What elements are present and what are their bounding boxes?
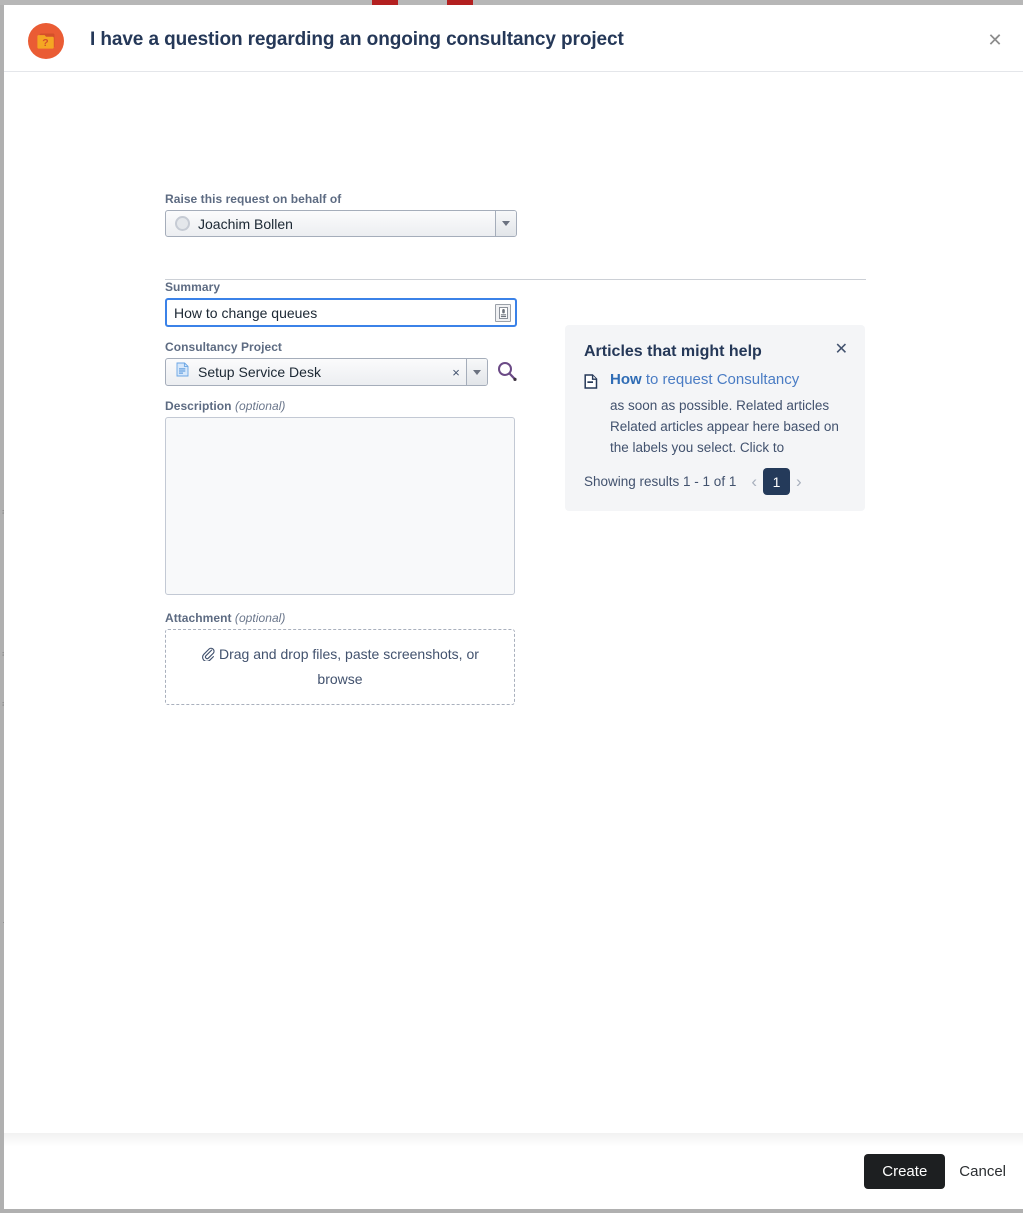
- attachment-dropzone[interactable]: Drag and drop files, paste screenshots, …: [165, 629, 515, 705]
- related-articles-heading: Articles that might help: [584, 343, 762, 360]
- description-optional-tag: (optional): [234, 399, 286, 413]
- svg-text:?: ?: [42, 37, 48, 49]
- articles-footer: Showing results 1 - 1 of 1 ‹ 1 ›: [584, 468, 846, 495]
- article-title-rest: to request Consultancy: [641, 371, 800, 388]
- field-summary: Summary: [165, 280, 517, 327]
- behalf-of-label: Raise this request on behalf of: [165, 192, 342, 206]
- footer-separator: [4, 1133, 1023, 1147]
- folder-question-icon: ?: [28, 23, 64, 59]
- text-field-icon: [495, 304, 511, 322]
- attachment-label: Attachment (optional): [165, 611, 517, 625]
- chevron-down-icon: [473, 369, 481, 375]
- field-attachment: Attachment (optional) Drag and drop file…: [165, 611, 517, 705]
- close-icon[interactable]: ✕: [835, 342, 848, 358]
- consultancy-project-dropdown-button[interactable]: [466, 359, 487, 385]
- summary-label: Summary: [165, 280, 221, 294]
- paperclip-icon: [201, 646, 219, 663]
- article-document-icon: [584, 374, 598, 394]
- article-snippet: as soon as possible. Related articles Re…: [610, 398, 839, 455]
- background-bottom-bar: [0, 1209, 1023, 1213]
- modal-header: ? I have a question regarding an ongoing…: [4, 5, 1023, 72]
- list-item: How to request Consultancy as soon as po…: [584, 370, 846, 458]
- results-count-text: Showing results 1 - 1 of 1: [584, 474, 737, 489]
- behalf-of-select[interactable]: Joachim Bollen: [165, 210, 517, 237]
- article-link[interactable]: How to request Consultancy: [610, 370, 860, 390]
- clear-x-icon[interactable]: ×: [446, 365, 466, 380]
- attachment-dropzone-text: Drag and drop files, paste screenshots, …: [188, 642, 492, 692]
- create-request-modal: ? I have a question regarding an ongoing…: [4, 5, 1023, 1209]
- pagination-page-1[interactable]: 1: [763, 468, 791, 495]
- consultancy-project-picker[interactable]: Setup Service Desk ×: [165, 358, 488, 386]
- description-textarea[interactable]: [165, 417, 515, 595]
- attachment-dropzone-message: Drag and drop files, paste screenshots, …: [218, 646, 479, 687]
- behalf-of-dropdown-button[interactable]: [495, 211, 516, 236]
- page-title: I have a question regarding an ongoing c…: [90, 29, 624, 50]
- field-behalf-of: Raise this request on behalf of Joachim …: [165, 192, 517, 237]
- field-description: Description (optional): [165, 399, 517, 600]
- description-label: Description (optional): [165, 399, 517, 413]
- chevron-down-icon: [502, 221, 510, 226]
- behalf-of-value: Joachim Bollen: [198, 215, 293, 232]
- chevron-right-icon[interactable]: ›: [790, 473, 808, 490]
- summary-input-wrapper[interactable]: [165, 298, 517, 327]
- chevron-left-icon[interactable]: ‹: [745, 473, 763, 490]
- create-button[interactable]: Create: [864, 1153, 946, 1189]
- consultancy-project-value: Setup Service Desk: [198, 364, 321, 380]
- related-articles-panel: ✕ Articles that might help How to reques…: [565, 325, 865, 511]
- consultancy-project-label: Consultancy Project: [165, 340, 282, 354]
- request-form: Raise this request on behalf of Joachim …: [165, 192, 517, 705]
- field-consultancy-project: Consultancy Project Setup Service Desk ×: [165, 340, 517, 387]
- pagination: ‹ 1 ›: [745, 468, 807, 495]
- user-avatar-placeholder-icon: [175, 216, 190, 231]
- article-title-bold: How: [610, 371, 642, 388]
- magnifier-icon[interactable]: [497, 361, 517, 387]
- modal-body: Raise this request on behalf of Joachim …: [4, 72, 1023, 1133]
- close-icon[interactable]: ✕: [984, 29, 1006, 51]
- help-column: ✕ Articles that might help How to reques…: [565, 325, 865, 511]
- attachment-optional-tag: (optional): [234, 611, 286, 625]
- summary-input[interactable]: [167, 300, 515, 325]
- cancel-button[interactable]: Cancel: [957, 1157, 1008, 1186]
- document-blue-icon: [176, 362, 189, 382]
- modal-footer: Create Cancel: [4, 1133, 1023, 1209]
- description-label-text: Description: [165, 399, 232, 413]
- attachment-label-text: Attachment: [165, 611, 232, 625]
